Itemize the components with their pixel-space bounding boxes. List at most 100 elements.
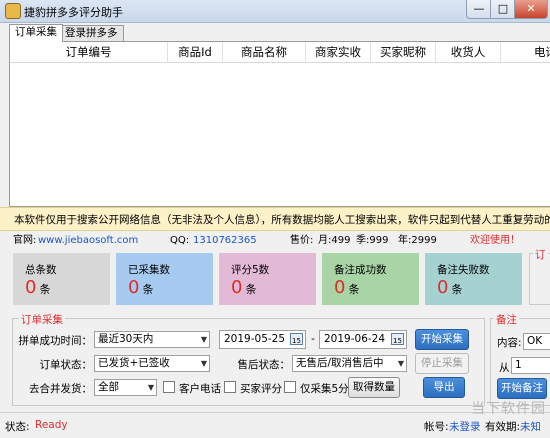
order-status-select[interactable]: 已发货+已签收 ▼ [94,355,210,372]
checkbox-label: 买家评分 [240,383,282,395]
checkbox-label: 仅采集5分 [300,383,349,395]
stat-label: 已采集数 [128,264,170,276]
calendar-icon[interactable]: 15 [290,333,303,345]
title-bar: 捷豹拼多多评分助手 — □ ✕ [0,0,550,23]
stat-rating5: 评分5数 0条 [219,253,316,305]
column-header-merchant-received[interactable]: 商家实收 [306,42,371,62]
customer-phone-checkbox[interactable]: 客户电话 [163,381,221,396]
stat-label: 总条数 [25,264,57,276]
order-extra-group: 订 [529,247,550,305]
website-link[interactable]: www.jiebaosoft.com [38,232,138,250]
watermark-text: 当下软件园 [471,401,546,417]
stat-value: 0 [231,277,243,298]
table-header: 订单编号 商品Id 商品名称 商家实收 买家昵称 收货人 电话 [10,42,550,63]
chevron-down-icon: ▼ [200,335,207,344]
account-value: 未登录 [449,421,481,433]
stat-unit: 条 [39,283,51,296]
chevron-down-icon: ▼ [200,359,207,368]
buyer-rating-checkbox[interactable]: 买家评分 [224,381,282,396]
info-bar: 官网: www.jiebaosoft.com QQ: 1310762365 售价… [0,232,550,250]
maximize-button[interactable]: □ [490,0,516,19]
order-table[interactable]: 订单编号 商品Id 商品名称 商家实收 买家昵称 收货人 电话 [9,41,550,207]
stat-unit: 条 [245,283,257,296]
merge-shipping-select[interactable]: 全部 ▼ [94,379,157,396]
stat-value: 0 [25,277,37,298]
merge-shipping-label: 去合并发货： [29,383,92,395]
start-collect-button[interactable]: 开始采集 [415,329,469,350]
close-button[interactable]: ✕ [514,0,548,19]
date-to-picker[interactable]: 2019-06-24 15 [319,330,407,349]
remark-from-label: 从 [499,362,510,374]
status-label: 状态: [5,421,30,433]
checkbox-label: 客户电话 [179,383,221,395]
date-value: 2019-06-24 [324,333,386,345]
calendar-icon[interactable]: 15 [391,333,404,345]
stat-value: 0 [334,277,346,298]
qq-label: QQ: [170,235,190,246]
select-value: 已发货+已签收 [98,357,170,369]
price-month: 月:499 [318,235,351,246]
pin-success-time-label: 拼单成功时间： [18,335,93,347]
group-title: 订单采集 [19,312,65,327]
chevron-down-icon: ▼ [397,359,404,368]
stat-total: 总条数 0条 [13,253,110,305]
account-label: 帐号: [424,421,449,433]
select-value: 无售后/取消售后中 [296,357,384,369]
select-value: 全部 [98,381,119,393]
after-sale-status-select[interactable]: 无售后/取消售后中 ▼ [292,355,407,372]
pin-success-time-select[interactable]: 最近30天内 ▼ [94,331,210,348]
column-header-receiver[interactable]: 收货人 [436,42,501,62]
start-remark-button[interactable]: 开始备注 [497,378,547,399]
checkbox-box[interactable] [284,381,296,393]
expire-value: 未知 [520,421,541,433]
welcome-text: 欢迎使用！ [470,235,520,246]
only-rating5-checkbox[interactable]: 仅采集5分 [284,381,349,396]
column-header-phone[interactable]: 电话 [501,42,550,62]
app-logo-icon [5,3,21,19]
column-header-order-no[interactable]: 订单编号 [10,42,168,62]
group-title: 订 [533,247,548,262]
minimize-button[interactable]: — [466,0,492,19]
status-bar: 状态: Ready 帐号: 未登录 有效期: 未知 [0,412,550,438]
checkbox-box[interactable] [224,381,236,393]
checkbox-box[interactable] [163,381,175,393]
get-count-button[interactable]: 取得数量 [348,377,400,398]
price-year: 年:2999 [398,235,437,246]
price-label: 售价: [290,235,314,246]
column-header-product-id[interactable]: 商品Id [168,42,223,62]
expire-label: 有效期: [485,421,521,433]
stat-remark-fail: 备注失败数 0条 [425,253,522,305]
price-season: 季:999 [356,235,389,246]
stat-label: 评分5数 [231,264,270,276]
remark-from-input[interactable]: 1 [511,357,550,374]
stat-unit: 条 [348,283,360,296]
order-status-label: 订单状态： [39,359,93,371]
stat-value: 0 [128,277,140,298]
stat-label: 备注失败数 [437,264,490,276]
qq-value: 1310762365 [193,235,257,246]
stat-label: 备注成功数 [334,264,387,276]
date-from-picker[interactable]: 2019-05-25 15 [219,330,306,349]
select-value: 最近30天内 [98,333,154,345]
stat-collected: 已采集数 0条 [116,253,213,305]
status-value: Ready [35,419,68,431]
tab-login-pdd[interactable]: 登录拼多多 [59,25,124,41]
remark-content-label: 内容: [497,337,522,349]
chevron-down-icon: ▼ [147,383,154,392]
date-value: 2019-05-25 [224,333,286,345]
website-label: 官网: [13,235,37,246]
stat-unit: 条 [142,283,154,296]
column-header-buyer-nickname[interactable]: 买家昵称 [371,42,436,62]
stop-collect-button[interactable]: 停止采集 [415,353,469,374]
disclaimer-notice: 本软件仅用于搜索公开网络信息（无非法及个人信息），所有数据均能人工搜索出来，软件… [0,207,550,231]
remark-content-input[interactable]: OK [523,333,550,350]
window-title: 捷豹拼多多评分助手 [24,6,123,19]
stat-remark-success: 备注成功数 0条 [322,253,419,305]
column-header-product-name[interactable]: 商品名称 [223,42,306,62]
export-button[interactable]: 导出 [423,377,465,398]
after-sale-status-label: 售后状态： [237,359,291,371]
stat-value: 0 [437,277,449,298]
app-window: 捷豹拼多多评分助手 — □ ✕ 订单采集 登录拼多多 订单编号 商品Id 商品名… [0,0,550,438]
tab-order-collect[interactable]: 订单采集 [9,24,63,42]
date-separator: - [311,333,315,345]
